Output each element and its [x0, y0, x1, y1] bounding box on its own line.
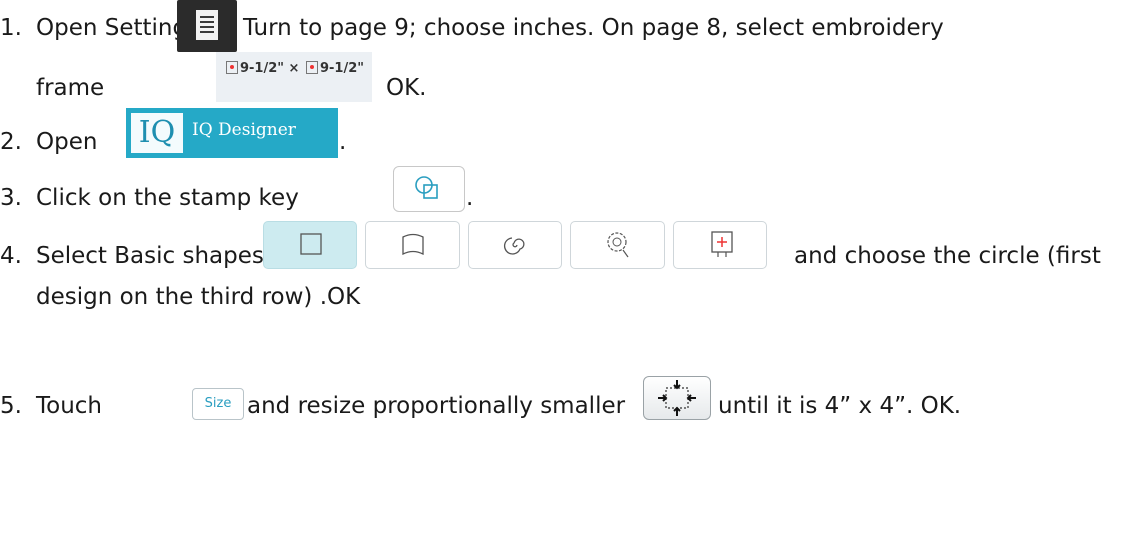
tab-image-frame[interactable] [672, 221, 768, 269]
frame-width: 9-1/2" [239, 61, 285, 76]
step-4-cont: design on the third row) .OK [36, 283, 360, 311]
step-number: 3. [0, 185, 22, 211]
tab-basic-shapes[interactable] [263, 221, 358, 269]
step-text: Open [36, 129, 98, 155]
proportional-resize-icon [658, 380, 696, 416]
step-text: and resize proportionally smaller [247, 393, 626, 419]
tab-decorative-shapes[interactable] [570, 221, 665, 269]
step-text: frame [36, 75, 105, 101]
page-icon [196, 10, 218, 40]
hoop-icon [305, 61, 318, 74]
frame-size-label: 9-1/2" × 9-1/2" [216, 61, 372, 76]
hoop-icon [225, 61, 238, 74]
iq-designer-key[interactable]: IQ IQ Designer [126, 108, 338, 158]
step-text: . [339, 129, 347, 155]
frame-image-icon [710, 231, 733, 257]
step-text: Open Settings [36, 15, 200, 41]
stamp-key[interactable] [393, 166, 465, 212]
flower-icon [607, 232, 629, 258]
flag-icon [402, 233, 425, 256]
square-icon [300, 233, 322, 255]
embroidery-frame-key[interactable]: 9-1/2" × 9-1/2" [216, 52, 372, 102]
step-text: and choose the circle (first [794, 243, 1101, 269]
step-number: 2. [0, 129, 22, 155]
size-button[interactable]: Size [192, 388, 244, 420]
frame-separator: × [288, 61, 300, 76]
tab-spiral-shapes[interactable] [467, 221, 563, 269]
step-text: design on the third row) .OK [36, 284, 361, 310]
step-text: Click on the stamp key [36, 185, 299, 211]
frame-height: 9-1/2" [319, 61, 365, 76]
settings-icon[interactable] [177, 0, 237, 52]
step-text: until it is 4” x 4”. OK. [718, 393, 962, 419]
step-text: Turn to page 9; choose inches. On page 8… [243, 15, 944, 41]
tab-flag-shapes[interactable] [365, 221, 460, 269]
step-number: 1. [0, 15, 22, 41]
step-text: Touch [36, 393, 103, 419]
proportional-resize-button[interactable] [643, 376, 711, 420]
step-number: 5. [0, 393, 22, 419]
step-text: OK. [386, 75, 427, 101]
step-text: . [466, 185, 474, 211]
step-text: Select Basic shapes [36, 243, 264, 269]
spiral-icon [503, 237, 525, 255]
shape-category-tabs [263, 221, 775, 269]
iq-designer-label: IQ Designer [192, 120, 296, 140]
step-number: 4. [0, 243, 22, 269]
stamp-shapes-icon [415, 176, 438, 199]
iq-logo: IQ [131, 113, 183, 153]
